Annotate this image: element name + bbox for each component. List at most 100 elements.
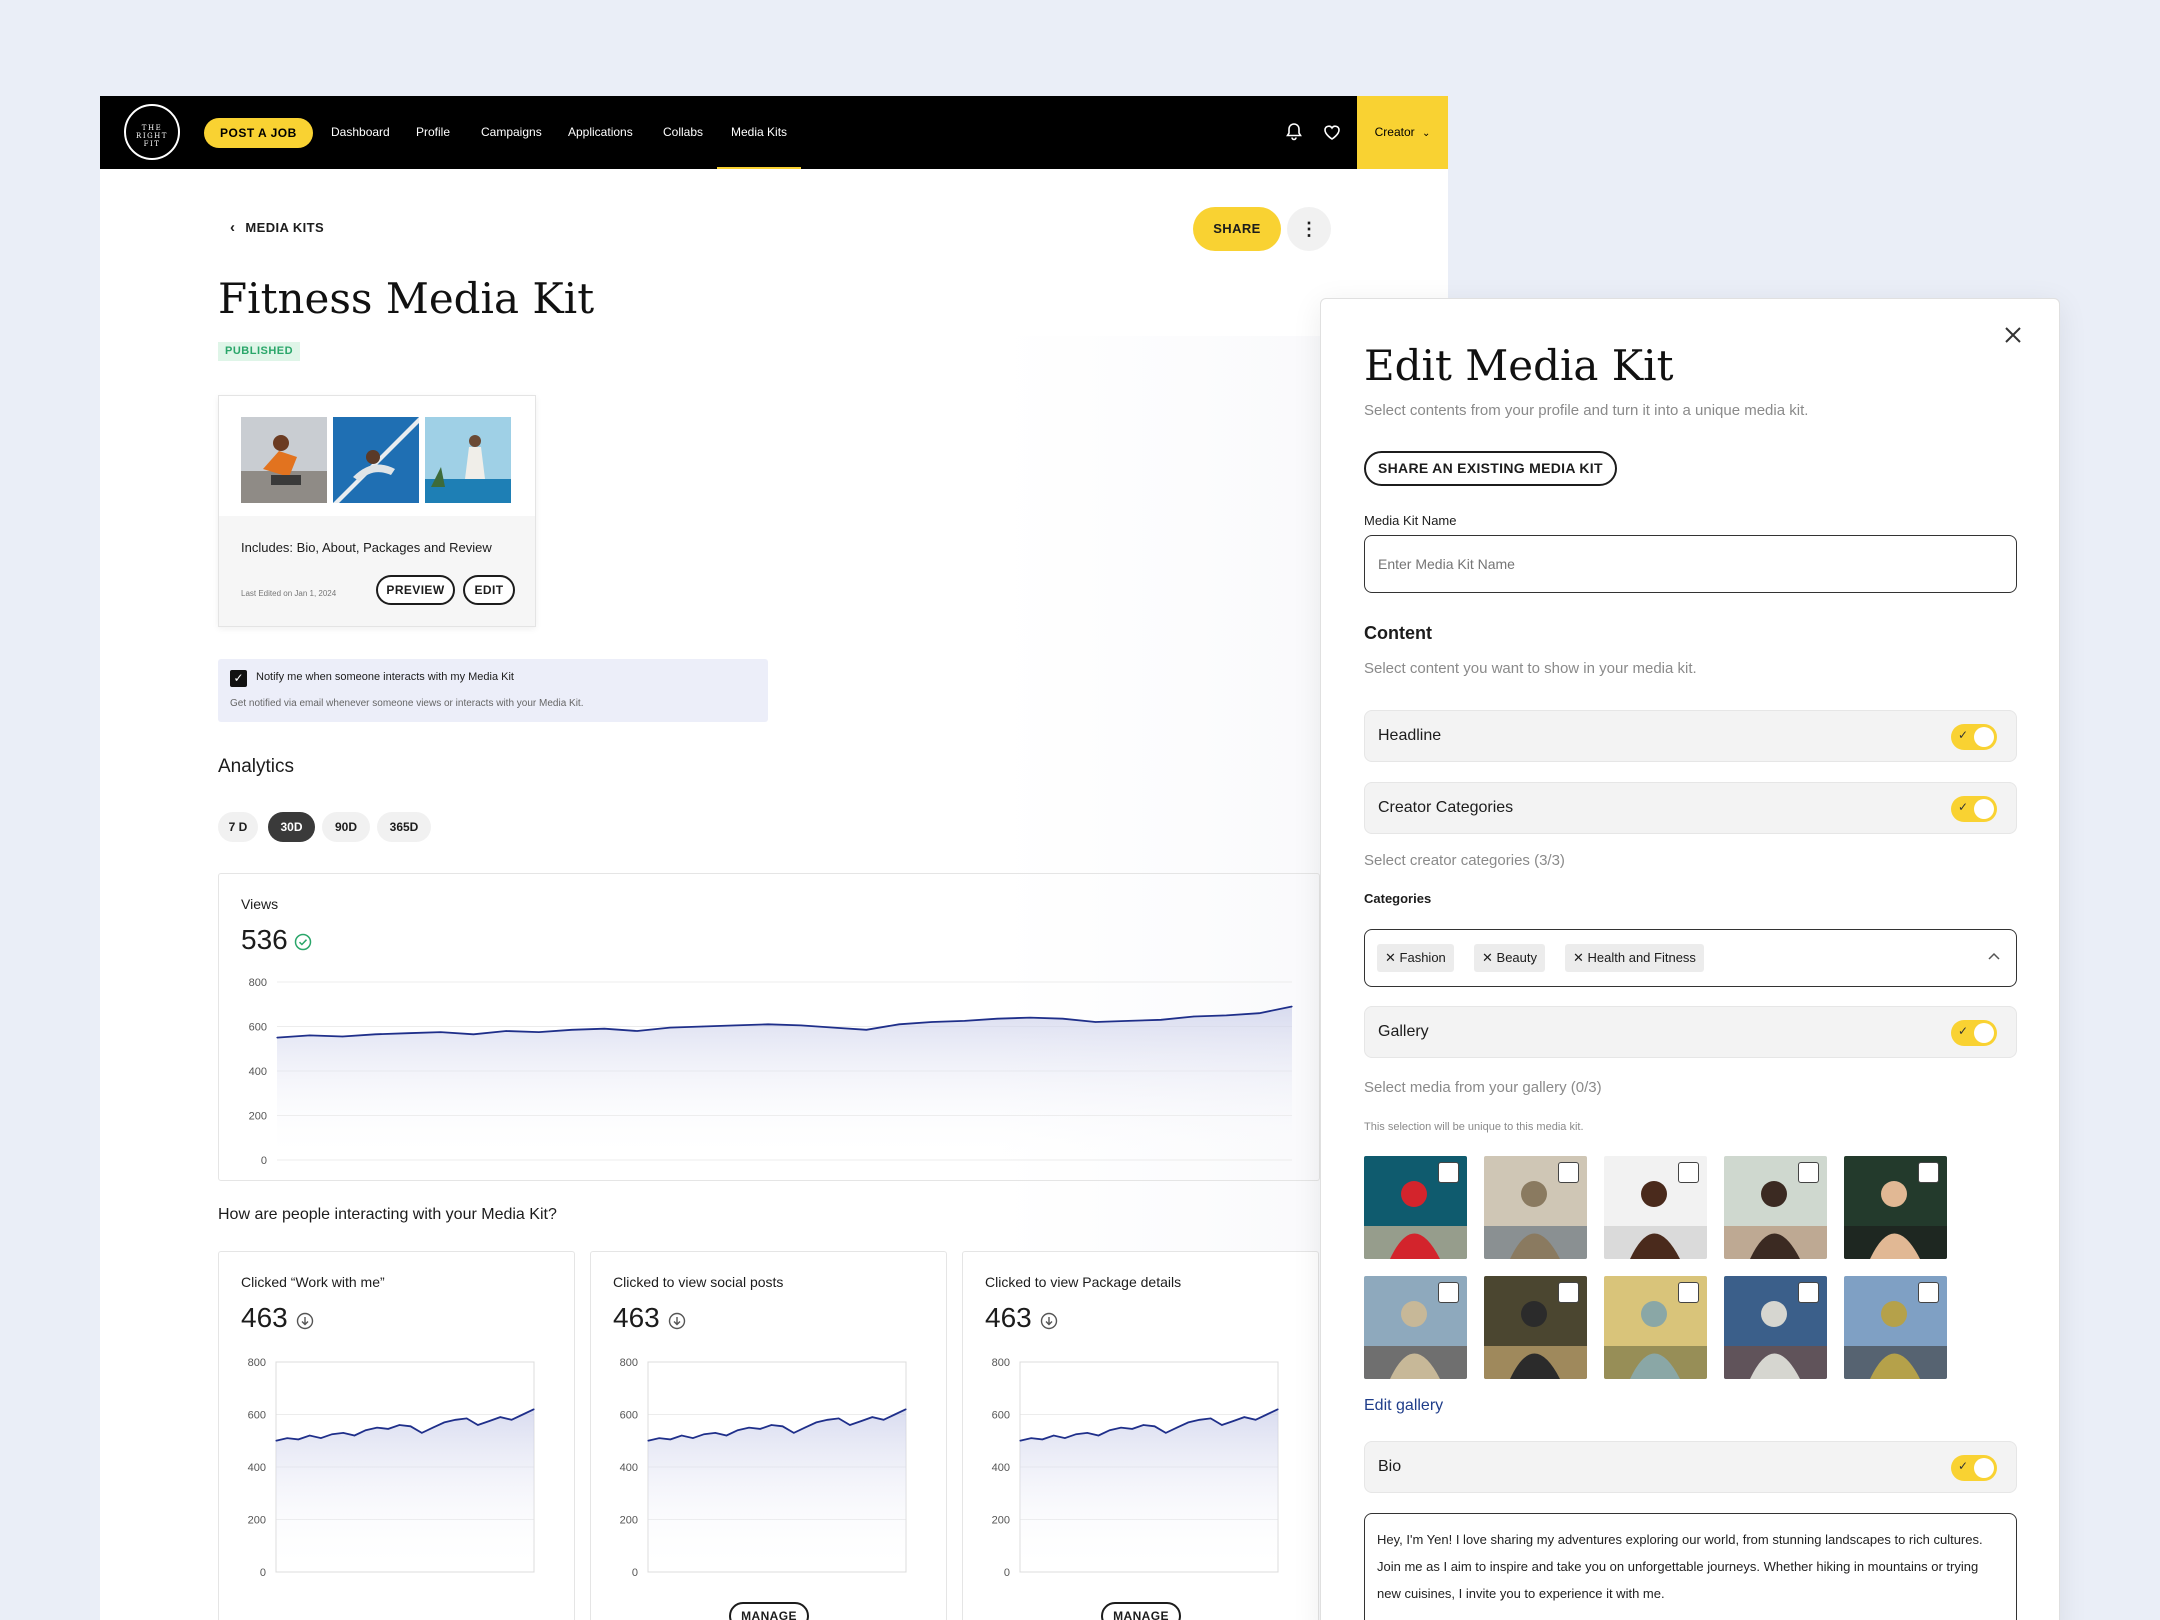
chip-label: Fashion <box>1399 950 1446 965</box>
gallery-select-checkbox[interactable] <box>1438 1282 1459 1303</box>
manage-button[interactable]: MANAGE <box>729 1602 809 1620</box>
range-30d[interactable]: 30D <box>268 812 315 842</box>
preview-button[interactable]: PREVIEW <box>376 575 455 605</box>
data-point <box>748 1427 750 1429</box>
main-app: THE RIGHT FIT POST A JOB Dashboard Profi… <box>100 96 1448 1620</box>
interaction-card-label: Clicked to view social posts <box>613 1274 784 1290</box>
gallery-item[interactable] <box>1724 1156 1827 1259</box>
data-point <box>1075 1433 1077 1435</box>
gallery-select-checkbox[interactable] <box>1798 1162 1819 1183</box>
bio-toggle[interactable]: ✓ <box>1951 1455 1997 1481</box>
remove-chip-icon[interactable]: ✕ <box>1385 950 1396 965</box>
series-area <box>276 1409 534 1572</box>
gallery-select-checkbox[interactable] <box>1798 1282 1819 1303</box>
range-7d[interactable]: 7 D <box>218 812 258 842</box>
data-point <box>1221 1424 1223 1426</box>
bell-icon[interactable] <box>1284 122 1304 142</box>
chevron-up-icon[interactable] <box>1987 950 2001 964</box>
close-icon[interactable] <box>2001 323 2025 347</box>
category-chip[interactable]: ✕ Fashion <box>1377 944 1454 972</box>
headline-toggle[interactable]: ✓ <box>1951 724 1997 750</box>
gallery-select-checkbox[interactable] <box>1678 1282 1699 1303</box>
interaction-card-label: Clicked to view Package details <box>985 1274 1182 1290</box>
account-menu-button[interactable]: Creator ⌄ <box>1357 96 1448 169</box>
gallery-toggle[interactable]: ✓ <box>1951 1020 1997 1046</box>
categories-select[interactable]: ✕ Fashion ✕ Beauty ✕ Health and Fitness <box>1364 929 2017 987</box>
data-point <box>636 1030 638 1032</box>
post-job-button[interactable]: POST A JOB <box>204 118 313 148</box>
remove-chip-icon[interactable]: ✕ <box>1573 950 1584 965</box>
range-365d[interactable]: 365D <box>377 812 431 842</box>
gallery-select-checkbox[interactable] <box>1558 1282 1579 1303</box>
range-90d[interactable]: 90D <box>322 812 370 842</box>
edit-button[interactable]: EDIT <box>463 575 515 605</box>
data-point <box>522 1413 524 1416</box>
share-button[interactable]: SHARE <box>1193 207 1281 251</box>
y-tick-label: 0 <box>1004 1567 1010 1579</box>
gallery-item[interactable] <box>1604 1156 1707 1259</box>
share-existing-button[interactable]: SHARE AN EXISTING MEDIA KIT <box>1364 451 1617 486</box>
data-point <box>1097 1434 1100 1437</box>
data-point <box>1160 1019 1162 1021</box>
series-area <box>648 1409 906 1572</box>
gallery-item[interactable] <box>1364 1276 1467 1379</box>
arrow-down-circle-icon <box>1040 1312 1058 1330</box>
gallery-select-checkbox[interactable] <box>1918 1282 1939 1303</box>
kit-last-edited: Last Edited on Jan 1, 2024 <box>241 589 337 598</box>
category-chip[interactable]: ✕ Beauty <box>1474 944 1546 972</box>
gallery-select-checkbox[interactable] <box>1918 1162 1939 1183</box>
kit-photos <box>219 396 535 516</box>
nav-item-media-kits[interactable]: Media Kits <box>717 96 802 169</box>
y-tick-label: 600 <box>620 1410 638 1422</box>
back-link[interactable]: ‹ MEDIA KITS <box>230 218 324 238</box>
data-point <box>1019 1440 1021 1442</box>
edit-gallery-link[interactable]: Edit gallery <box>1364 1397 1443 1415</box>
remove-chip-icon[interactable]: ✕ <box>1482 950 1493 965</box>
gallery-item[interactable] <box>1484 1276 1587 1379</box>
data-point <box>1266 1413 1268 1416</box>
data-point <box>1232 1420 1234 1422</box>
data-point <box>931 1021 933 1023</box>
y-tick-label: 400 <box>248 1462 266 1474</box>
gallery-item[interactable] <box>1844 1156 1947 1259</box>
gallery-item[interactable] <box>1364 1156 1467 1259</box>
series-area <box>1020 1409 1278 1572</box>
data-point <box>1154 1425 1156 1427</box>
media-kit-name-input[interactable] <box>1364 535 2017 593</box>
data-point <box>1120 1427 1122 1429</box>
nav-item-campaigns[interactable]: Campaigns <box>481 96 542 169</box>
back-link-label: MEDIA KITS <box>245 220 325 235</box>
category-chip[interactable]: ✕ Health and Fitness <box>1565 944 1704 972</box>
notify-option: ✓ Notify me when someone interacts with … <box>218 659 768 722</box>
data-point <box>1053 1434 1055 1437</box>
manage-button[interactable]: MANAGE <box>1101 1602 1181 1620</box>
nav-item-applications[interactable]: Applications <box>568 96 633 169</box>
gallery-item[interactable] <box>1724 1276 1827 1379</box>
data-point <box>1193 1015 1195 1018</box>
views-value: 536 <box>241 924 288 955</box>
gallery-select-checkbox[interactable] <box>1678 1162 1699 1183</box>
more-options-icon[interactable]: ⋮ <box>1287 207 1331 251</box>
data-point <box>410 1425 412 1427</box>
nav-item-collabs[interactable]: Collabs <box>663 96 703 169</box>
brand-logo[interactable]: THE RIGHT FIT <box>124 104 180 160</box>
data-point <box>342 1432 344 1434</box>
creator-categories-toggle[interactable]: ✓ <box>1951 796 1997 822</box>
nav-item-dashboard[interactable]: Dashboard <box>331 96 390 169</box>
y-tick-label: 200 <box>249 1111 267 1123</box>
data-point <box>804 1427 806 1429</box>
data-point <box>714 1432 716 1434</box>
gallery-item[interactable] <box>1604 1276 1707 1379</box>
gallery-select-checkbox[interactable] <box>1438 1162 1459 1183</box>
notify-title: Notify me when someone interacts with my… <box>256 671 514 683</box>
notify-checkbox[interactable]: ✓ <box>230 670 247 687</box>
gallery-item[interactable] <box>1844 1276 1947 1379</box>
creator-categories-row: Creator Categories ✓ <box>1364 782 2017 834</box>
heart-icon[interactable] <box>1322 122 1342 142</box>
y-tick-label: 800 <box>992 1357 1010 1369</box>
gallery-select-checkbox[interactable] <box>1558 1162 1579 1183</box>
data-point <box>1225 1014 1228 1016</box>
gallery-item[interactable] <box>1484 1156 1587 1259</box>
nav-item-profile[interactable]: Profile <box>416 96 450 169</box>
bio-textarea[interactable]: Hey, I'm Yen! I love sharing my adventur… <box>1364 1513 2017 1620</box>
